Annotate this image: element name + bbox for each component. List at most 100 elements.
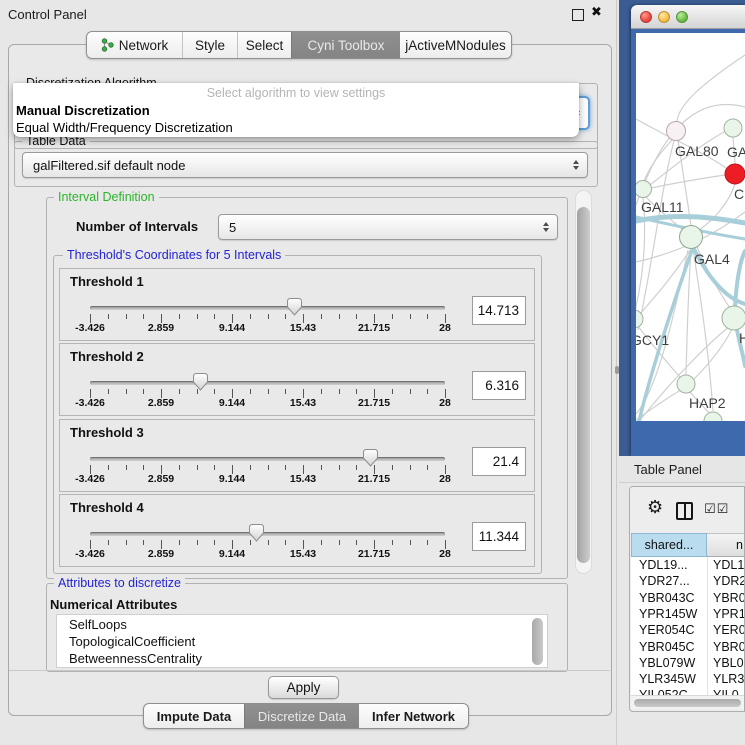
slider-tick (339, 389, 340, 394)
control-panel-tabs: NetworkStyleSelectCyni ToolboxjActiveMNo… (86, 31, 512, 59)
slider-tick-label: 9.144 (219, 548, 245, 560)
slider-tick-label: 9.144 (219, 397, 245, 409)
table-row[interactable]: YIL052CYIL0 (631, 687, 745, 695)
tab-impute-data[interactable]: Impute Data (144, 704, 244, 728)
slider-track[interactable] (90, 532, 445, 536)
network-node[interactable] (725, 164, 745, 184)
slider-tick-label: 9.144 (219, 322, 245, 334)
node-label: GCY1 (636, 332, 669, 348)
network-window-titlebar[interactable] (631, 5, 745, 29)
slider-tick (427, 314, 428, 319)
table-row[interactable]: YBL079WYBL0 (631, 655, 745, 671)
network-icon (101, 38, 114, 52)
slider-track[interactable] (90, 306, 445, 310)
network-node[interactable] (724, 119, 742, 137)
network-edge[interactable] (638, 141, 674, 330)
float-window-button[interactable] (572, 9, 584, 21)
table-row[interactable]: YBR045CYBR0 (631, 639, 745, 655)
network-node[interactable] (667, 122, 686, 141)
table-header-row: shared... n (631, 533, 745, 557)
slider-tick-label: -3.426 (75, 473, 105, 485)
network-edge-highlighted[interactable] (735, 251, 745, 306)
table-data-combobox[interactable]: galFiltered.sif default node (22, 152, 588, 178)
slider-tick-label: 21.715 (358, 397, 390, 409)
number-of-intervals-combobox[interactable]: 5 (218, 214, 558, 240)
slider-tick (339, 465, 340, 470)
tab-cyni-toolbox[interactable]: Cyni Toolbox (291, 32, 400, 58)
table-row[interactable]: YER054CYER0 (631, 622, 745, 638)
slider-tick (143, 465, 144, 470)
threshold-value-field[interactable]: 14.713 (472, 296, 526, 325)
network-edge[interactable] (677, 55, 745, 121)
attribute-item[interactable]: TopologicalCoefficient (69, 634, 195, 649)
tab-select[interactable]: Select (237, 32, 291, 58)
tab-infer-network[interactable]: Infer Network (359, 704, 468, 728)
table-scrollbar-thumb[interactable] (634, 699, 741, 707)
attribute-item[interactable]: BetweennessCentrality (69, 651, 202, 666)
node-label: GAL11 (641, 199, 684, 215)
threshold-value-field[interactable]: 6.316 (472, 371, 526, 400)
slider-thumb[interactable] (193, 373, 208, 391)
screen: { "window": {"title": "Control Panel"}, … (0, 0, 745, 745)
slider-tick-label: 15.43 (290, 473, 316, 485)
numerical-attributes-list[interactable]: SelfLoops TopologicalCoefficient Betweenne… (56, 614, 548, 668)
network-node[interactable] (677, 375, 695, 393)
attributes-group-title: Attributes to discretize (54, 576, 185, 590)
window-minimize-button[interactable] (658, 11, 670, 23)
threshold-panel-4: Threshold 4-3.4262.8599.14415.4321.71528… (59, 494, 535, 567)
split-columns-icon[interactable] (676, 502, 693, 520)
network-edge[interactable] (636, 119, 667, 136)
node-label: C (734, 186, 744, 202)
tab-jactivemnodules[interactable]: jActiveMNodules (400, 32, 511, 58)
threshold-value-field[interactable]: 21.4 (472, 447, 526, 476)
table-horizontal-scrollbar[interactable] (631, 695, 745, 709)
attributes-list-scrollbar-thumb[interactable] (532, 618, 543, 665)
threshold-value-field[interactable]: 11.344 (472, 522, 526, 551)
threshold-panel-1: Threshold 1-3.4262.8599.14415.4321.71528… (59, 268, 535, 341)
slider-tick (250, 389, 251, 394)
table-row[interactable]: YLR345WYLR3 (631, 671, 745, 687)
slider-tick-label: 15.43 (290, 548, 316, 560)
slider-thumb[interactable] (363, 449, 378, 467)
tab-network[interactable]: Network (87, 32, 182, 58)
threshold-panel-3: Threshold 3-3.4262.8599.14415.4321.71528… (59, 419, 535, 492)
network-node[interactable] (636, 181, 652, 198)
slider-thumb[interactable] (287, 298, 302, 316)
slider-track[interactable] (90, 457, 445, 461)
slider-thumb[interactable] (249, 524, 264, 542)
network-edge[interactable] (651, 175, 725, 188)
table-row[interactable]: YPR145WYPR1 (631, 606, 745, 622)
column-header-shared-name[interactable]: shared... (631, 533, 707, 557)
slider-tick-label: 21.715 (358, 322, 390, 334)
network-canvas[interactable]: GAL80GACGAL11GAL4GCY1HHAP2 (636, 33, 745, 421)
table-row[interactable]: YBR043CYBR0 (631, 590, 745, 606)
column-header-name[interactable]: n (707, 533, 745, 557)
checkbox-icons[interactable]: ☑☑ (704, 501, 729, 517)
slider-track[interactable] (90, 381, 445, 385)
tab-discretize-data[interactable]: Discretize Data (244, 704, 359, 728)
table-row[interactable]: YDR27...YDR2 (631, 573, 745, 589)
table-row[interactable]: YDL19...YDL1 (631, 557, 745, 573)
attribute-item[interactable]: SelfLoops (69, 617, 127, 632)
slider-tick (197, 314, 198, 319)
close-panel-button[interactable]: ✖ (591, 4, 602, 20)
dropdown-option-equal-width[interactable]: Equal Width/Frequency Discretization (16, 120, 233, 135)
apply-button[interactable]: Apply (268, 676, 339, 699)
window-zoom-button[interactable] (676, 11, 688, 23)
slider-tick (108, 540, 109, 545)
settings-scrollbar-thumb[interactable] (577, 207, 590, 563)
slider-tick (356, 314, 357, 319)
slider-tick (268, 465, 269, 470)
tab-style[interactable]: Style (182, 32, 237, 58)
dropdown-option-manual[interactable]: Manual Discretization (16, 103, 150, 118)
network-node[interactable] (722, 306, 745, 330)
dropdown-placeholder-option[interactable]: Select algorithm to view settings (13, 86, 579, 100)
node-label: GA (727, 144, 745, 160)
window-close-button[interactable] (640, 11, 652, 23)
gear-icon[interactable]: ⚙ (647, 498, 663, 516)
network-node[interactable] (704, 412, 722, 421)
network-node[interactable] (680, 226, 703, 249)
node-label: HAP2 (689, 395, 726, 411)
slider-tick (356, 465, 357, 470)
slider-tick-label: -3.426 (75, 397, 105, 409)
